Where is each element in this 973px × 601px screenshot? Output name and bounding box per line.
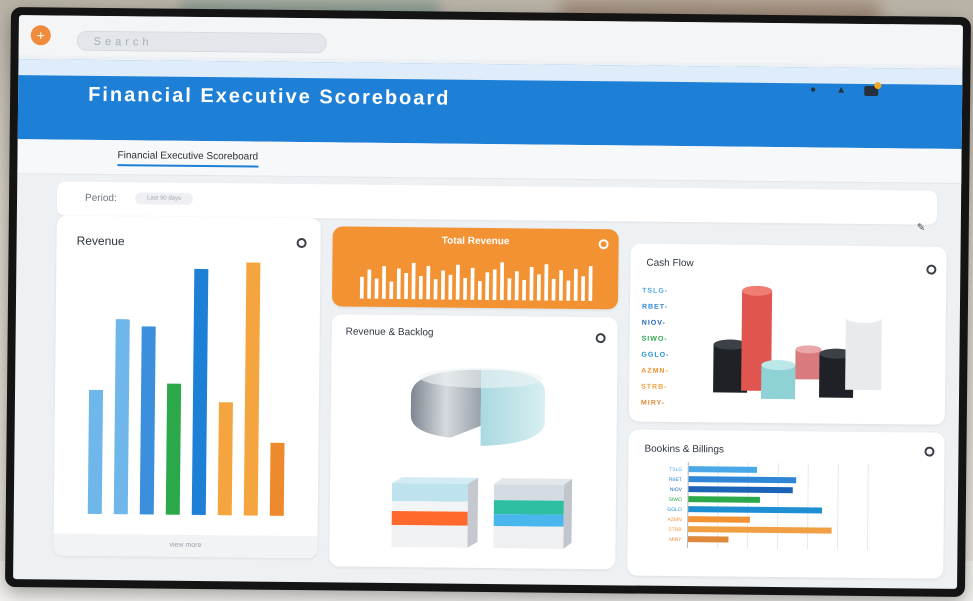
total-revenue-bar [418, 276, 423, 300]
total-revenue-bar [522, 279, 527, 301]
total-revenue-bar [499, 262, 505, 301]
revenue-bar [269, 442, 285, 516]
total-revenue-bar [367, 269, 372, 299]
bookings-category-label: GGLO [667, 507, 682, 513]
total-revenue-bar [381, 266, 387, 299]
bookings-bar [688, 466, 758, 473]
bookings-category-label: SIWO [669, 497, 683, 503]
bookings-bar [688, 476, 797, 484]
stack-cube-right [493, 478, 573, 549]
logo-icon[interactable]: + [30, 25, 51, 46]
period-select[interactable]: Last 90 days [135, 192, 194, 205]
total-revenue-bar [507, 278, 512, 301]
grid-line [716, 462, 719, 549]
bookings-bar [687, 536, 729, 543]
bookings-category-label: MIRY [669, 537, 682, 543]
cylinder-stack [713, 285, 882, 400]
total-revenue-bar [566, 280, 571, 301]
total-revenue-chart [359, 262, 593, 302]
tab-financial-executive-scoreboard[interactable]: Financial Executive Scoreboard [117, 150, 258, 168]
bookings-bar [687, 506, 823, 514]
total-revenue-bar [558, 270, 563, 301]
view-more-link[interactable]: view more [53, 533, 318, 559]
gear-icon[interactable] [598, 239, 609, 250]
bookings-chart: TSLG RBET NIOV SIWO GGLO AZMN STRB MIRY [667, 462, 869, 550]
total-revenue-bar [485, 272, 490, 301]
total-revenue-bar [404, 272, 409, 300]
grid-line [746, 462, 749, 549]
grid-line [836, 463, 839, 550]
bookings-category-label: STRB [668, 527, 682, 533]
screen: + Search Financial Executive Scoreboard … [13, 15, 963, 589]
total-revenue-bar [463, 277, 468, 300]
revenue-bar [113, 319, 130, 515]
bookings-axis [686, 462, 689, 549]
total-revenue-bar [529, 266, 534, 301]
bookings-billings-card: Bookins & Billings TSLG RBET NIOV SIWO GGLO A… [627, 429, 945, 579]
grid-line [866, 463, 869, 550]
revenue-bar [191, 268, 209, 516]
revenue-bar [139, 325, 156, 515]
page-header: Financial Executive Scoreboard ● ▲ [17, 59, 963, 149]
bookings-bar [687, 526, 832, 534]
revenue-bar [165, 383, 182, 515]
total-revenue-bar [389, 281, 394, 300]
stack-cube-left [391, 477, 479, 548]
total-revenue-bar [551, 278, 556, 301]
total-revenue-bar [544, 264, 549, 301]
total-revenue-bar [411, 262, 416, 300]
grid-line [776, 463, 779, 550]
mail-icon[interactable] [864, 82, 882, 97]
bookings-category-label: TSLG [669, 467, 682, 473]
total-revenue-bar [374, 278, 379, 299]
notification-dot [874, 82, 882, 90]
revenue-chart [87, 248, 301, 516]
total-revenue-bar [426, 265, 431, 300]
cash-flow-card: Cash Flow TSLG- RBET- NIOV- SIWO- GGLO- AZMN-… [628, 243, 947, 425]
total-revenue-bar [588, 266, 593, 302]
chat-icon[interactable]: ● [808, 84, 818, 95]
page-title: Financial Executive Scoreboard [88, 83, 451, 110]
bell-icon[interactable]: ▲ [836, 85, 846, 96]
total-revenue-bar [536, 274, 541, 301]
revenue-bar [217, 402, 233, 516]
total-revenue-bar [396, 268, 401, 300]
revenue-card: Revenue view more [53, 215, 321, 559]
bookings-bar [687, 516, 750, 523]
bookings-category-label: NIOV [670, 487, 683, 493]
total-revenue-bar [433, 279, 438, 300]
total-revenue-bar [492, 269, 497, 301]
bookings-category-label: AZMN [668, 517, 683, 523]
revenue-bar [243, 262, 261, 516]
bookings-bar [688, 486, 793, 494]
revenue-bar [87, 389, 104, 514]
total-revenue-bar [470, 267, 475, 300]
total-revenue-bar [514, 271, 519, 301]
total-revenue-bar [581, 276, 586, 302]
total-revenue-title: Total Revenue [441, 235, 510, 248]
monitor: + Search Financial Executive Scoreboard … [4, 6, 972, 598]
backlog-3d-chart [391, 367, 573, 549]
search-input[interactable]: Search [76, 30, 327, 54]
total-revenue-bar [455, 264, 460, 300]
total-revenue-bar [440, 270, 445, 300]
header-icons: ● ▲ [808, 82, 882, 97]
total-revenue-bar [573, 268, 578, 301]
cash-flow-3d-chart [713, 285, 882, 400]
top-bar: + Search [18, 15, 963, 65]
bookings-bar [687, 496, 760, 503]
edit-icon[interactable]: ✎ [917, 222, 931, 236]
revenue-title: Revenue [76, 233, 125, 249]
total-revenue-bar [477, 280, 482, 300]
gear-icon[interactable] [296, 237, 307, 249]
total-revenue-bar [448, 274, 453, 300]
period-label: Period: [85, 192, 117, 205]
total-revenue-card: Total Revenue [331, 226, 619, 310]
total-revenue-bar [359, 276, 364, 299]
grid-line [806, 463, 809, 550]
revenue-backlog-card: Revenue & Backlog [329, 314, 618, 570]
bookings-category-label: RBET [669, 477, 682, 483]
